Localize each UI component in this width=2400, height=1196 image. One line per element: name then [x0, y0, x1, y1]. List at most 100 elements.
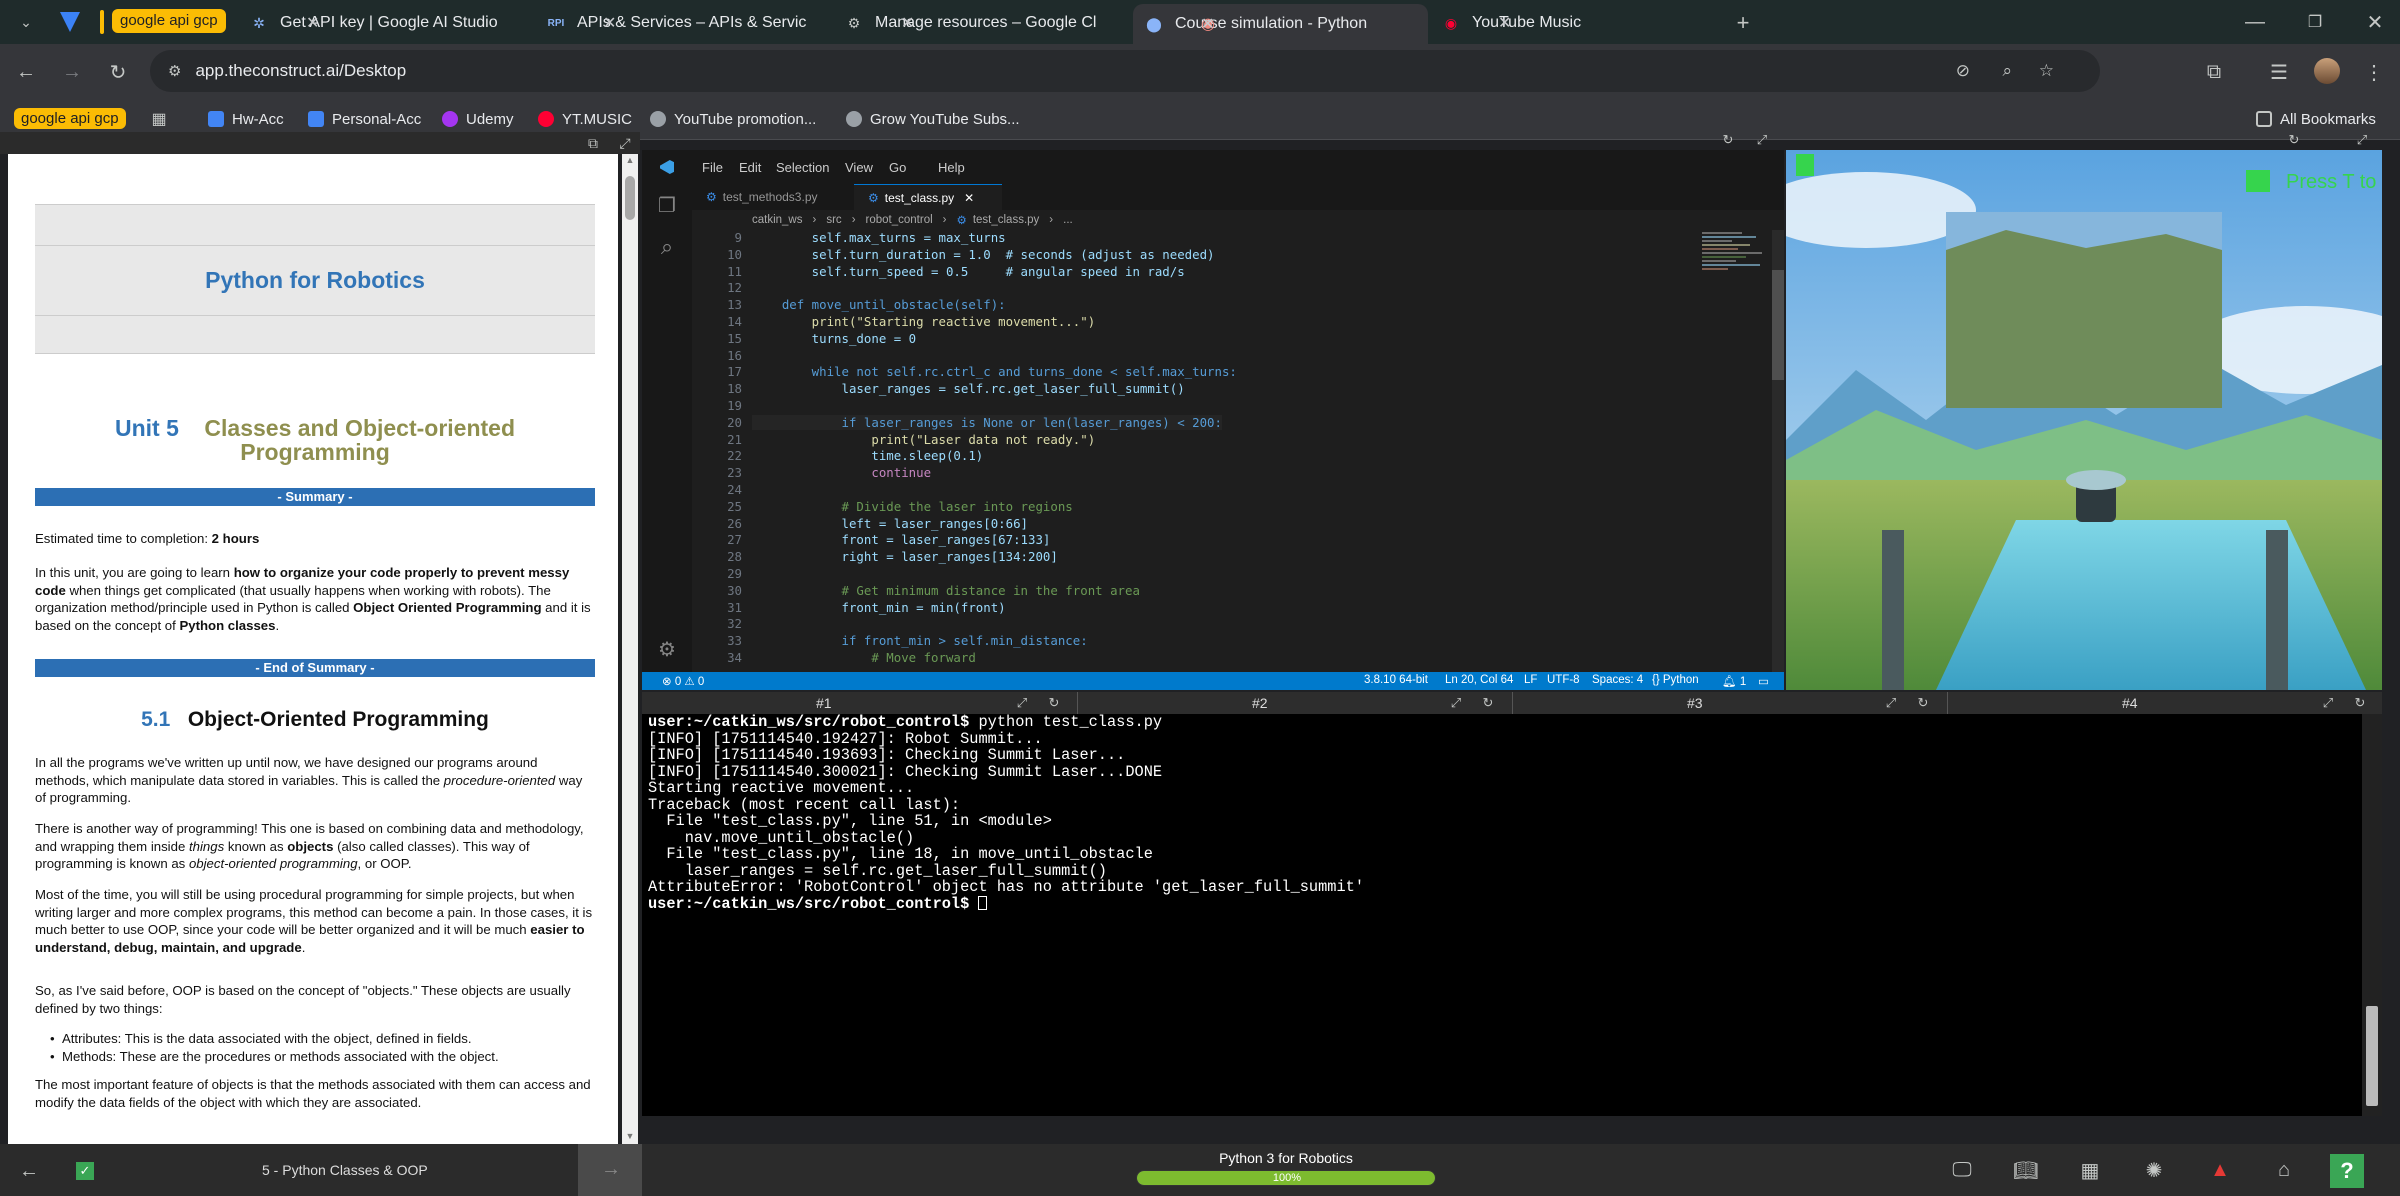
menu-file[interactable]: File: [702, 160, 723, 175]
desktop-icon[interactable]: 🖵︎: [1948, 1156, 1976, 1184]
expand-icon[interactable]: ⤢: [1014, 695, 1030, 711]
breadcrumb-item[interactable]: ...: [1063, 214, 1073, 226]
refresh-icon[interactable]: ↻: [1046, 695, 1062, 711]
menu-selection[interactable]: Selection: [776, 160, 829, 175]
refresh-icon[interactable]: ↻: [2352, 695, 2368, 711]
breadcrumb-item[interactable]: test_class.py: [973, 214, 1039, 226]
forward-icon[interactable]: →: [58, 58, 86, 86]
expand-icon[interactable]: ⤢: [2320, 695, 2336, 711]
editor-scrollbar[interactable]: [1772, 230, 1784, 672]
prev-unit-arrow-icon[interactable]: ←: [16, 1158, 42, 1184]
reading-list-icon[interactable]: ☰: [2265, 58, 2293, 86]
tab-course-simulation[interactable]: ⬤ Course simulation - Python ◉ ✕: [1133, 4, 1428, 44]
close-tab-icon[interactable]: ✕: [1498, 13, 1511, 33]
close-tab-icon[interactable]: ✕: [603, 13, 616, 33]
expand-icon[interactable]: ⤢: [1883, 695, 1899, 711]
restore-icon[interactable]: ❐: [2300, 10, 2330, 34]
search-icon[interactable]: ⌕: [654, 234, 680, 260]
popout-icon[interactable]: ⧉: [584, 134, 602, 152]
refresh-icon[interactable]: ↻: [1915, 695, 1931, 711]
menu-edit[interactable]: Edit: [739, 160, 761, 175]
settings-gear-icon[interactable]: ⚙: [654, 636, 680, 662]
menu-view[interactable]: View: [845, 160, 873, 175]
close-tab-icon[interactable]: ✕: [901, 13, 914, 33]
address-bar[interactable]: ⚙ app.theconstruct.ai/Desktop ⊘ ⌕ ☆: [150, 50, 2100, 92]
explorer-icon[interactable]: ❐: [654, 192, 680, 218]
all-bookmarks[interactable]: All Bookmarks: [2256, 106, 2376, 132]
reload-icon[interactable]: ↻: [104, 58, 132, 86]
refresh-icon[interactable]: ↻: [1480, 695, 1496, 711]
close-tab-icon[interactable]: ✕: [306, 13, 319, 33]
site-info-icon[interactable]: ⚙: [168, 62, 181, 80]
scroll-up-icon[interactable]: ▲: [624, 154, 636, 166]
vpn-extension-icon[interactable]: [60, 12, 80, 32]
apps-grid-icon[interactable]: ▦: [148, 108, 170, 130]
terminal-tab-3[interactable]: #3 ⤢ ↻: [1512, 692, 1946, 714]
terminal-tab-4[interactable]: #4 ⤢ ↻: [1947, 692, 2382, 714]
breadcrumb-item[interactable]: robot_control: [866, 214, 933, 226]
tab-youtube-music[interactable]: ◉ YouTube Music ✕: [1430, 6, 1720, 40]
bookmark-hw-acc[interactable]: Hw-Acc: [208, 106, 284, 132]
minimap[interactable]: [1702, 230, 1770, 672]
tab-test-methods3[interactable]: ⚙ test_methods3.py: [692, 184, 852, 210]
simulation-viewport[interactable]: Press T to: [1786, 150, 2382, 690]
tab-ai-studio[interactable]: ✲ Get API key | Google AI Studio ✕: [238, 6, 538, 40]
ai-assistant-icon[interactable]: ✺: [2140, 1156, 2168, 1184]
code-area[interactable]: 9 self.max_turns = max_turns 10 self.turn…: [692, 230, 1692, 672]
tab-search-icon[interactable]: ⌄: [14, 10, 38, 34]
zoom-icon[interactable]: ⌕: [2002, 61, 2012, 81]
scroll-thumb[interactable]: [625, 176, 635, 220]
back-icon[interactable]: ←: [12, 58, 40, 86]
bookmark-personal-acc[interactable]: Personal-Acc: [308, 106, 421, 132]
bookmark-yt-music[interactable]: YT.MUSIC: [538, 106, 632, 132]
bookmark-grow-youtube[interactable]: Grow YouTube Subs...: [846, 106, 1020, 132]
notifications[interactable]: 🔔︎ 1: [1722, 674, 1746, 688]
refresh-icon[interactable]: ↻: [1720, 132, 1736, 148]
bookmark-star-icon[interactable]: ☆: [2039, 61, 2054, 81]
expand-icon[interactable]: ⤢: [1448, 695, 1464, 711]
breadcrumb-item[interactable]: src: [826, 214, 841, 226]
close-tab-icon[interactable]: ✕: [964, 191, 974, 205]
menu-help[interactable]: Help: [938, 160, 965, 175]
indentation[interactable]: Spaces: 4: [1592, 674, 1643, 686]
problems-count[interactable]: ⊗ 0 ⚠ 0: [662, 674, 704, 688]
home-icon[interactable]: ⌂: [2270, 1156, 2298, 1184]
close-window-icon[interactable]: ✕: [2360, 10, 2390, 34]
profile-avatar[interactable]: [2314, 58, 2340, 84]
tracking-icon[interactable]: ⊘: [1956, 61, 1970, 81]
minimize-icon[interactable]: —: [2240, 10, 2270, 34]
refresh-icon[interactable]: ↻: [2286, 132, 2302, 148]
tab-manage-resources[interactable]: ⚙ Manage resources – Google Cl ✕: [833, 6, 1133, 40]
menu-go[interactable]: Go: [889, 160, 906, 175]
terminal-tab-1[interactable]: #1 ⤢ ↻: [642, 692, 1076, 714]
terminal-output[interactable]: user:~/catkin_ws/src/robot_control$ pyth…: [642, 714, 2362, 1116]
tab-group-chip[interactable]: google api gcp: [112, 9, 226, 33]
grid-layout-icon[interactable]: ▦: [2076, 1156, 2104, 1184]
warning-icon[interactable]: ▲: [2206, 1156, 2234, 1184]
scroll-thumb[interactable]: [1772, 270, 1784, 380]
bookmark-youtube-promotion[interactable]: YouTube promotion...: [650, 106, 816, 132]
expand-icon[interactable]: ⤢: [2354, 132, 2370, 148]
layout-icon[interactable]: ▭: [1758, 674, 1769, 688]
notebook-scrollbar[interactable]: ▲ ▼: [622, 154, 638, 1144]
menu-kebab-icon[interactable]: ⋮: [2360, 58, 2388, 86]
extensions-icon[interactable]: ⧉: [2200, 58, 2228, 86]
expand-icon[interactable]: ⤢: [616, 134, 634, 152]
bookmark-udemy[interactable]: Udemy: [442, 106, 514, 132]
bookmark-group-chip[interactable]: google api gcp: [14, 108, 126, 129]
eol-mode[interactable]: LF: [1524, 674, 1537, 686]
next-unit-button[interactable]: →: [578, 1144, 642, 1196]
terminal-tab-2[interactable]: #2 ⤢ ↻: [1077, 692, 1511, 714]
python-version[interactable]: 3.8.10 64-bit: [1364, 674, 1428, 686]
breadcrumb-item[interactable]: catkin_ws: [752, 214, 803, 226]
tab-apis-services[interactable]: RPI APIs & Services – APIs & Servic ✕: [535, 6, 835, 40]
scroll-down-icon[interactable]: ▼: [624, 1130, 636, 1142]
expand-icon[interactable]: ⤢: [1754, 132, 1770, 148]
tab-test-class[interactable]: ⚙ test_class.py ✕: [854, 184, 1002, 210]
language-mode[interactable]: {} Python: [1652, 674, 1699, 686]
help-button[interactable]: ?: [2330, 1154, 2364, 1188]
terminal-scrollbar[interactable]: [2362, 714, 2382, 1116]
new-tab-icon[interactable]: +: [1730, 10, 1756, 36]
close-tab-icon[interactable]: ✕: [1201, 14, 1214, 34]
encoding[interactable]: UTF-8: [1547, 674, 1580, 686]
